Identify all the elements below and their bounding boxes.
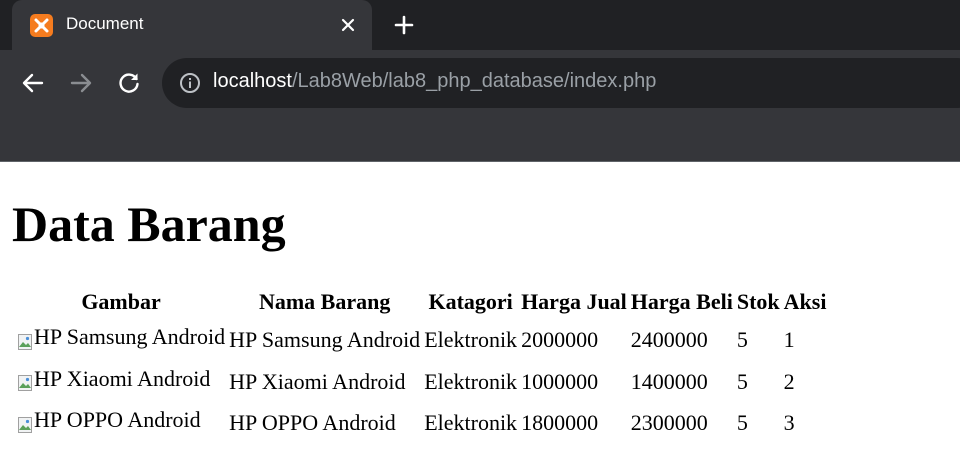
- cell-harga-beli: 1400000: [630, 368, 708, 394]
- cell-stok: 5: [736, 410, 748, 436]
- image-alt-text: HP Xiaomi Android: [34, 365, 211, 391]
- table-row: HP OPPO Android HP OPPO Android Elektron…: [16, 403, 827, 443]
- cell-katagori: Elektronik: [424, 327, 518, 353]
- plus-icon[interactable]: [392, 13, 416, 37]
- arrow-left-icon[interactable]: [20, 70, 46, 96]
- arrow-right-icon[interactable]: [68, 70, 94, 96]
- product-image: HP OPPO Android: [17, 404, 201, 435]
- browser-chrome: Document localhost/Lab8Web/lab8_php_data…: [0, 0, 960, 162]
- product-image: HP Samsung Android: [17, 321, 225, 352]
- tab-document[interactable]: Document: [12, 0, 372, 50]
- column-header-harga-jual: Harga Jual: [521, 289, 627, 314]
- url-text[interactable]: localhost/Lab8Web/lab8_php_database/inde…: [213, 70, 656, 93]
- cell-harga-jual: 1000000: [521, 368, 599, 394]
- cell-harga-beli: 2300000: [630, 410, 708, 436]
- image-alt-text: HP Samsung Android: [34, 324, 226, 349]
- divider: [0, 161, 960, 162]
- reload-icon[interactable]: [116, 70, 142, 96]
- cell-aksi: 1: [783, 327, 795, 353]
- cell-harga-jual: 1800000: [521, 410, 599, 436]
- cell-nama-barang: HP OPPO Android: [229, 410, 396, 436]
- broken-image-icon: [17, 411, 33, 433]
- address-bar[interactable]: localhost/Lab8Web/lab8_php_database/inde…: [162, 58, 960, 108]
- column-header-aksi: Aksi: [783, 289, 827, 314]
- cell-katagori: Elektronik: [424, 410, 518, 436]
- column-header-katagori: Katagori: [428, 289, 513, 314]
- table-header-row: Gambar Nama Barang Katagori Harga Jual H…: [16, 285, 827, 318]
- cell-aksi: 3: [783, 410, 795, 436]
- info-icon[interactable]: [178, 71, 202, 95]
- url-host: localhost: [213, 70, 292, 92]
- close-icon[interactable]: [336, 13, 360, 37]
- xampp-icon: [30, 14, 53, 37]
- column-header-stok: Stok: [736, 289, 780, 314]
- broken-image-icon: [17, 328, 33, 350]
- product-image: HP Xiaomi Android: [17, 363, 210, 394]
- cell-gambar: HP Samsung Android: [16, 320, 226, 360]
- column-header-nama-barang: Nama Barang: [258, 289, 391, 314]
- broken-image-icon: [17, 369, 33, 391]
- image-alt-text: HP OPPO Android: [34, 407, 201, 432]
- data-table: Gambar Nama Barang Katagori Harga Jual H…: [14, 283, 829, 445]
- column-header-harga-beli: Harga Beli: [630, 289, 733, 314]
- column-header-gambar: Gambar: [81, 289, 161, 314]
- url-path: /Lab8Web/lab8_php_database/index.php: [291, 70, 657, 92]
- cell-harga-jual: 2000000: [521, 327, 599, 353]
- cell-nama-barang: HP Xiaomi Android: [229, 368, 406, 394]
- cell-aksi: 2: [783, 368, 795, 394]
- cell-stok: 5: [736, 327, 748, 353]
- cell-harga-beli: 2400000: [630, 327, 708, 353]
- cell-gambar: HP OPPO Android: [16, 403, 226, 443]
- page-content: Data Barang Gambar Nama Barang Katagori …: [0, 163, 960, 464]
- cell-nama-barang: HP Samsung Android: [229, 327, 421, 353]
- tab-strip: Document: [0, 0, 960, 50]
- cell-gambar: HP Xiaomi Android: [16, 362, 226, 402]
- cell-katagori: Elektronik: [424, 368, 518, 394]
- cell-stok: 5: [736, 368, 748, 394]
- page-title: Data Barang: [12, 196, 286, 252]
- tab-title: Document: [66, 14, 144, 33]
- table-row: HP Samsung Android HP Samsung Android El…: [16, 320, 827, 360]
- table-row: HP Xiaomi Android HP Xiaomi Android Elek…: [16, 362, 827, 402]
